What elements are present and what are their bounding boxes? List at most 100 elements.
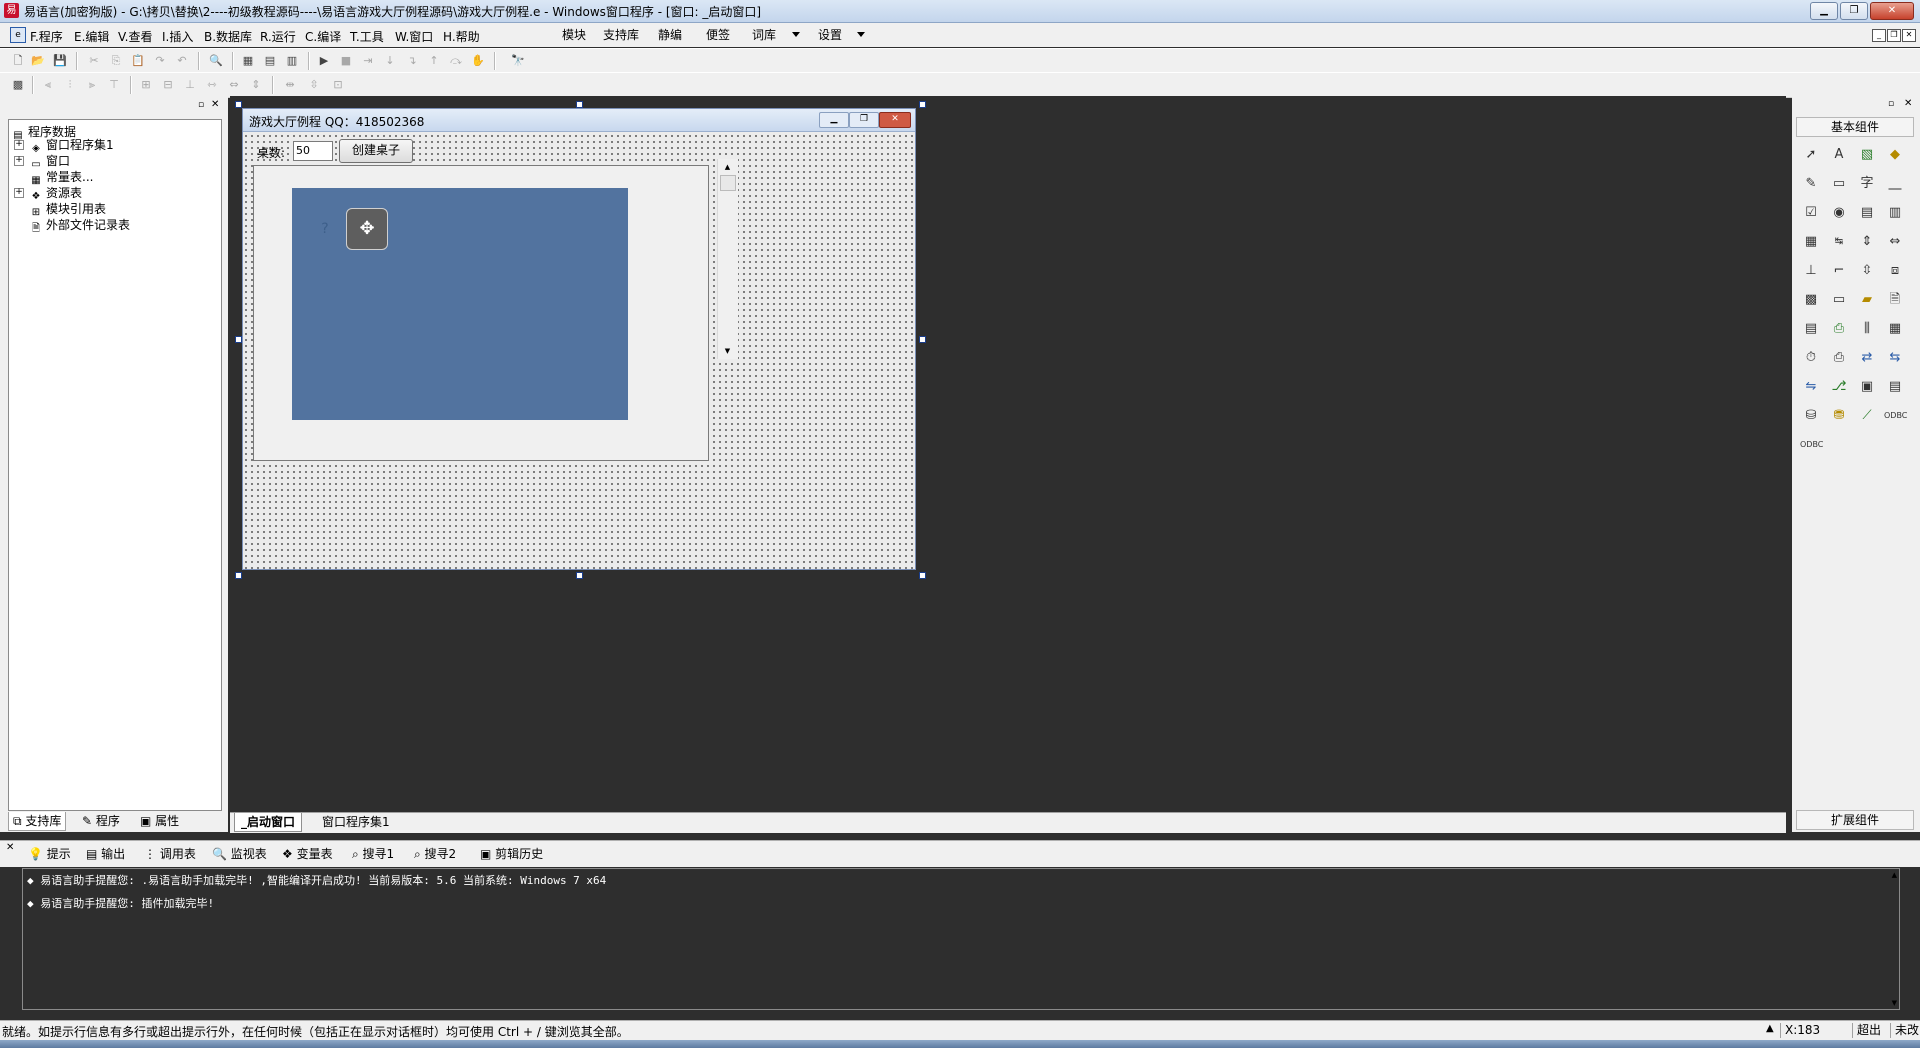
maximize-button[interactable]: ❐ [1840,2,1868,20]
menu-notes[interactable]: 便签 [706,26,730,43]
basic-components-header[interactable]: 基本组件 [1796,117,1914,137]
table-count-input[interactable]: 50 [293,141,333,161]
tab-tips[interactable]: 💡 提示 [28,845,71,862]
step-into-icon[interactable]: ↓ [382,53,398,69]
align-center-icon[interactable]: ⫶ [62,77,78,93]
distribute-v-icon[interactable]: ⇿ [204,77,220,93]
menu-edit[interactable]: E.编辑 [74,28,109,45]
combobox-icon[interactable]: ▥ [1884,202,1906,224]
panel-float-icon[interactable]: ▫ [198,100,204,110]
vscrollbar-icon[interactable]: ⇕ [1856,231,1878,253]
run-to-cursor-icon[interactable]: ⤼ [448,53,464,69]
tab-properties[interactable]: ▣ 属性 [136,812,183,830]
same-height-icon[interactable]: ⇕ [248,77,264,93]
menu-database[interactable]: B.数据库 [204,28,252,45]
frame-icon[interactable]: ⌐ [1828,260,1850,282]
new-file-icon[interactable]: 🗋 [10,53,26,69]
extended-components-header[interactable]: 扩展组件 [1796,810,1914,830]
pointer-icon[interactable]: ➚ [1800,144,1822,166]
panel-close-icon[interactable]: ✕ [211,99,219,110]
output-area[interactable]: ◆ 易语言助手提醒您: .易语言助手加载完毕! ,智能编译开启成功! 当前易版本… [22,868,1900,1010]
settings-dropdown-icon[interactable] [857,32,865,37]
odbc-db-icon[interactable]: ODBC [1800,434,1823,456]
print-icon[interactable]: ⎙ [1828,347,1850,369]
mdi-minimize-icon[interactable]: _ [1872,29,1886,42]
resize-handle[interactable] [919,572,926,579]
resize-handle[interactable] [235,101,242,108]
align-middle-icon[interactable]: ⊞ [138,77,154,93]
tab-call-stack[interactable]: ⋮ 调用表 [144,845,196,862]
align-right-icon[interactable]: ⫸ [84,77,100,93]
run-icon[interactable]: ▶ [316,53,332,69]
panel-layout-icon[interactable]: ▥ [284,53,300,69]
paste-icon[interactable]: 📋 [130,53,146,69]
tree-node-external-files[interactable]: 🗎 外部文件记录表 [29,216,130,235]
menu-compile[interactable]: C.编译 [305,28,341,45]
tab-clip-history[interactable]: ▣ 剪辑历史 [480,845,543,862]
label-icon[interactable]: A [1828,144,1850,166]
scroll-up-icon[interactable]: ▲ [721,161,734,173]
expand-icon[interactable]: + [14,140,24,150]
tab-support-lib[interactable]: ⧉ 支持库 [8,812,67,831]
resize-handle[interactable] [919,336,926,343]
document-icon[interactable]: e [10,27,26,43]
timer-icon[interactable]: ⏱ [1800,347,1822,369]
data-source-icon[interactable]: ▣ [1856,376,1878,398]
resize-handle[interactable] [919,101,926,108]
image-list-icon[interactable]: ▤ [1800,318,1822,340]
scroll-thumb[interactable] [720,175,736,191]
tab-control-icon[interactable]: ⧈ [1884,260,1906,282]
hscrollbar-icon[interactable]: ⇔ [1884,231,1906,253]
text-icon[interactable]: 字 [1856,173,1878,195]
network-client-icon[interactable]: ⇆ [1884,347,1906,369]
vertical-scrollbar[interactable]: ▲ ▼ [717,159,738,359]
tab-variables[interactable]: ❖ 变量表 [282,845,333,862]
cut-icon[interactable]: ✂ [86,53,102,69]
binoculars-icon[interactable]: 🔭 [510,53,526,69]
tab-search2[interactable]: ⌕ 搜寻2 [414,845,456,862]
resize-handle[interactable] [235,336,242,343]
center-h-icon[interactable]: ⇹ [282,77,298,93]
undo-icon[interactable]: ↶ [174,53,190,69]
step-icon[interactable]: ⇥ [360,53,376,69]
odbc-icon[interactable]: ODBC [1884,405,1907,427]
database-provider-icon[interactable]: ▤ [1884,376,1906,398]
menu-module[interactable]: 模块 [562,26,586,43]
date-box-icon[interactable]: ▭ [1828,289,1850,311]
redo-icon[interactable]: ↷ [152,53,168,69]
menu-settings[interactable]: 设置 [818,26,842,43]
close-button[interactable]: ✕ [1870,2,1914,20]
resize-handle[interactable] [576,101,583,108]
find-icon[interactable]: 🔍 [208,53,224,69]
tab-output[interactable]: ▤ 输出 [86,845,125,862]
menu-window[interactable]: W.窗口 [395,28,433,45]
panel-float-icon[interactable]: ▫ [1888,99,1894,109]
menu-insert[interactable]: I.插入 [162,28,193,45]
ruler-icon[interactable]: ⊥ [1800,260,1822,282]
listbox-icon[interactable]: ▤ [1856,202,1878,224]
form-minimize-icon[interactable]: ▁ [819,112,849,128]
window-layout-icon[interactable]: ▤ [262,53,278,69]
resize-handle[interactable] [235,572,242,579]
tab-program[interactable]: ✎ 程序 [78,812,124,830]
save-icon[interactable]: 💾 [52,53,68,69]
tab-window-assembly[interactable]: 窗口程序集1 [316,813,396,831]
move-cross-icon[interactable]: ✥ [346,208,388,250]
layout-icon[interactable]: ▦ [240,53,256,69]
same-width-icon[interactable]: ⇔ [226,77,242,93]
menu-support-lib[interactable]: 支持库 [603,26,639,43]
line-icon[interactable]: ⎽ [1884,173,1906,195]
align-left-icon[interactable]: ⫷ [40,77,56,93]
folder-icon[interactable]: ▰ [1856,289,1878,311]
center-v-icon[interactable]: ⇳ [306,77,322,93]
serial-port-icon[interactable]: ⎇ [1828,376,1850,398]
distribute-h-icon[interactable]: ⊥ [182,77,198,93]
grid-icon[interactable]: ▩ [10,77,26,93]
menu-view[interactable]: V.查看 [118,28,152,45]
hand-icon[interactable]: ✋ [470,53,486,69]
db-link-icon[interactable]: ⛁ [1800,405,1822,427]
menu-tools[interactable]: T.工具 [350,28,384,45]
calendar-icon[interactable]: ▩ [1800,289,1822,311]
align-bottom-icon[interactable]: ⊟ [160,77,176,93]
radio-icon[interactable]: ◉ [1828,202,1850,224]
